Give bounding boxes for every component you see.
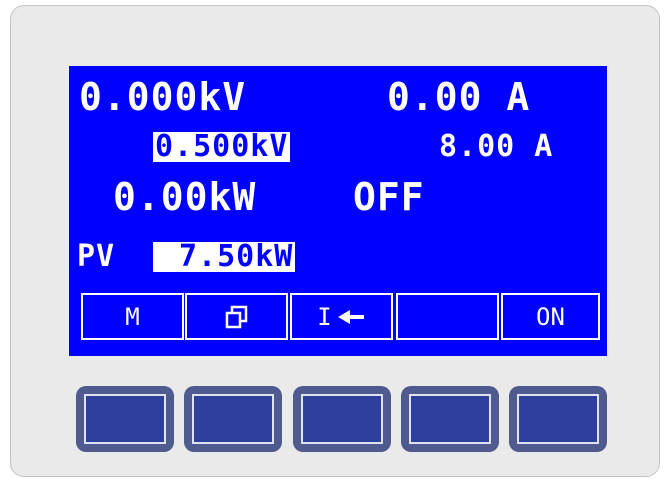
softkey-on[interactable]: ON bbox=[501, 293, 600, 340]
power-actual-value: 0.00kW bbox=[113, 175, 257, 219]
current-setpoint-field[interactable]: 8.00 A bbox=[439, 132, 553, 162]
hardware-key-5[interactable] bbox=[509, 386, 607, 452]
arrow-left-icon bbox=[337, 309, 364, 324]
lcd-display: 0.000kV 0.00 A 0.500kV 8.00 A 0.00kW OFF… bbox=[69, 66, 607, 356]
hardware-key-4-face bbox=[409, 394, 491, 444]
hardware-key-4[interactable] bbox=[401, 386, 499, 452]
softkey-on-label: ON bbox=[536, 302, 565, 331]
softkey-current-label: I bbox=[317, 302, 332, 331]
hardware-key-3-face bbox=[301, 394, 383, 444]
power-setpoint-field[interactable]: 7.50kW bbox=[153, 242, 296, 272]
softkey-blank[interactable] bbox=[396, 293, 499, 340]
current-actual-value: 0.00 A bbox=[387, 75, 531, 119]
voltage-setpoint-field[interactable]: 0.500kV bbox=[153, 132, 291, 162]
hardware-key-3[interactable] bbox=[293, 386, 391, 452]
hardware-key-1[interactable] bbox=[76, 386, 174, 452]
output-state-indicator: OFF bbox=[353, 175, 425, 219]
softkey-copy[interactable] bbox=[185, 293, 288, 340]
hardware-key-2-face bbox=[192, 394, 274, 444]
softkey-menu-label: M bbox=[125, 302, 140, 331]
softkey-current-select[interactable]: I bbox=[290, 293, 393, 340]
softkey-menu[interactable]: M bbox=[81, 293, 184, 340]
hardware-key-1-face bbox=[84, 394, 166, 444]
voltage-actual-value: 0.000kV bbox=[79, 75, 247, 119]
hardware-key-5-face bbox=[517, 394, 599, 444]
power-setpoint-label: PV bbox=[77, 239, 116, 274]
copy-icon bbox=[225, 305, 247, 328]
hardware-key-2[interactable] bbox=[184, 386, 282, 452]
